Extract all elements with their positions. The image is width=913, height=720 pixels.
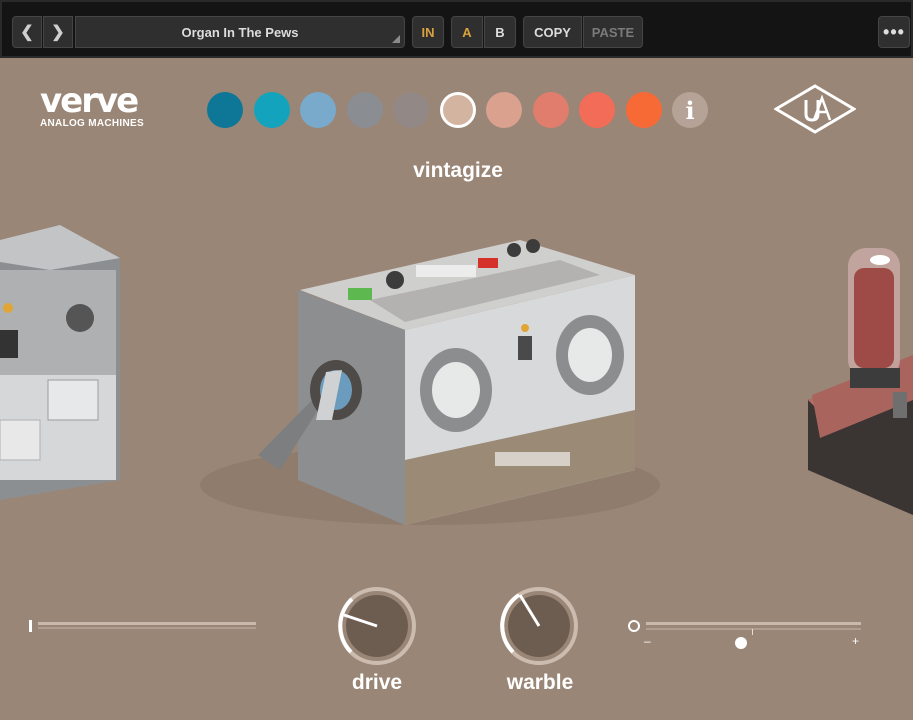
more-options-button[interactable]: ••• bbox=[878, 16, 910, 48]
copy-button[interactable]: COPY bbox=[523, 16, 582, 48]
color-swatch[interactable] bbox=[207, 92, 243, 128]
machine-scene bbox=[0, 225, 913, 525]
chevron-right-icon: ❯ bbox=[51, 24, 65, 41]
mix-center-tick bbox=[752, 629, 753, 635]
warble-knob[interactable] bbox=[498, 585, 580, 667]
next-preset-button[interactable]: ❯ bbox=[43, 16, 73, 48]
a-compare-button[interactable]: A bbox=[451, 16, 483, 48]
verve-logo: verve ANALOG MACHINES bbox=[40, 81, 170, 132]
minus-icon: – bbox=[644, 634, 651, 648]
color-swatch[interactable] bbox=[393, 92, 429, 128]
warble-label: warble bbox=[506, 671, 574, 694]
more-icon: ••• bbox=[883, 21, 905, 42]
mix-track bbox=[646, 628, 861, 630]
preset-selector[interactable]: Organ In The Pews bbox=[75, 16, 405, 48]
color-swatch[interactable] bbox=[440, 92, 476, 128]
mode-title: vintagize bbox=[413, 159, 503, 182]
center-tape-machine[interactable] bbox=[258, 239, 635, 525]
ua-logo bbox=[774, 84, 856, 134]
color-swatch[interactable] bbox=[300, 92, 336, 128]
mix-slider[interactable] bbox=[646, 622, 861, 625]
plugin-toolbar: ❮ ❯ Organ In The Pews IN A B COPY PASTE … bbox=[0, 0, 913, 58]
logo-word: verve bbox=[40, 81, 139, 121]
drive-label: drive bbox=[351, 671, 403, 694]
color-swatch[interactable] bbox=[486, 92, 522, 128]
chevron-left-icon: ❮ bbox=[20, 24, 34, 41]
paste-button[interactable]: PASTE bbox=[583, 16, 643, 48]
prev-preset-button[interactable]: ❮ bbox=[12, 16, 42, 48]
drive-knob[interactable] bbox=[336, 585, 418, 667]
color-swatch[interactable] bbox=[626, 92, 662, 128]
logo-subtitle: ANALOG MACHINES bbox=[40, 118, 144, 129]
left-tape-machine[interactable] bbox=[0, 225, 120, 500]
input-level-marker bbox=[29, 620, 32, 632]
b-compare-button[interactable]: B bbox=[484, 16, 516, 48]
in-button[interactable]: IN bbox=[412, 16, 444, 48]
info-icon[interactable]: i bbox=[672, 92, 708, 128]
mix-icon bbox=[628, 620, 640, 632]
dropdown-corner-icon bbox=[392, 35, 400, 43]
input-level-slider[interactable] bbox=[38, 622, 256, 625]
right-tube-amp[interactable] bbox=[808, 248, 913, 515]
color-swatch[interactable] bbox=[579, 92, 615, 128]
color-swatch[interactable] bbox=[347, 92, 383, 128]
color-swatch[interactable] bbox=[254, 92, 290, 128]
plus-icon: + bbox=[852, 634, 860, 648]
color-swatch[interactable] bbox=[533, 92, 569, 128]
input-level-track bbox=[38, 627, 256, 629]
preset-name: Organ In The Pews bbox=[181, 24, 299, 40]
mix-slider-thumb[interactable] bbox=[735, 637, 747, 649]
